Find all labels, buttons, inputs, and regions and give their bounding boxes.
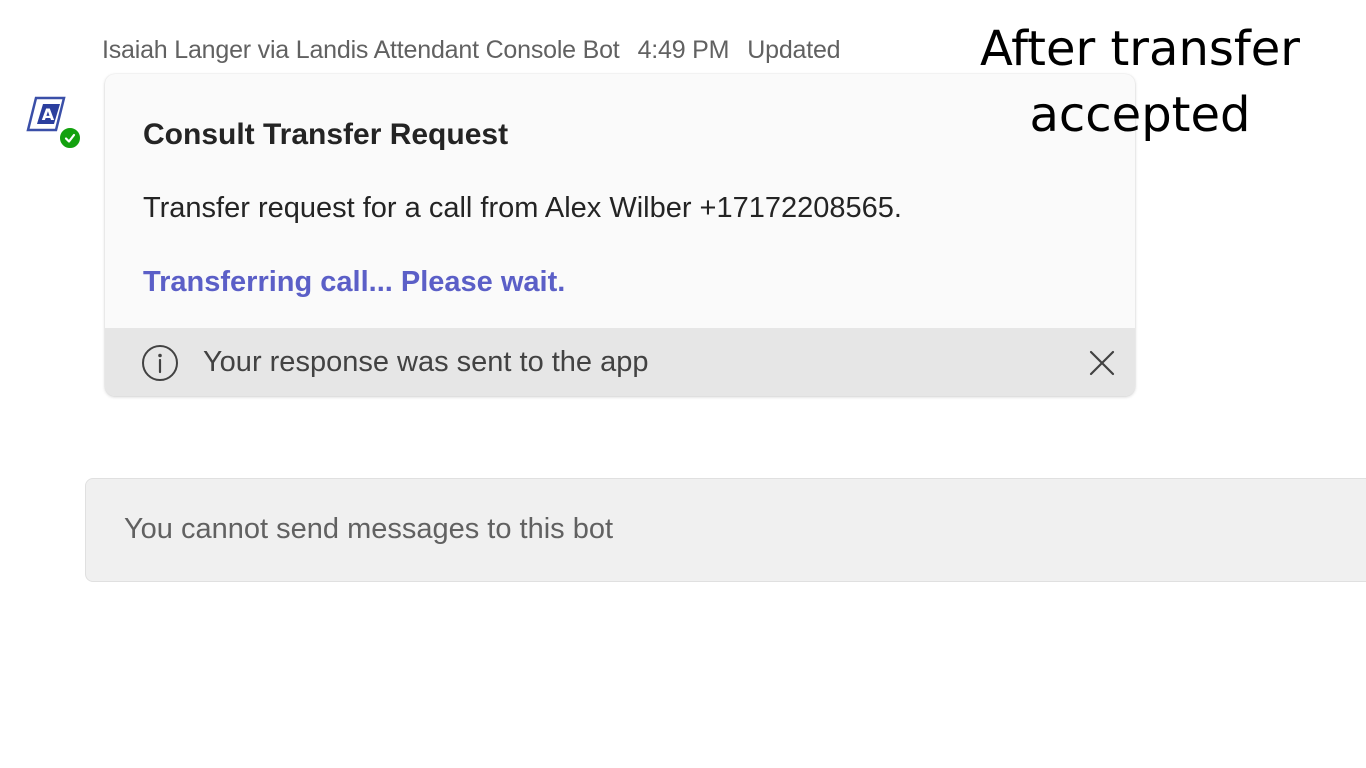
response-sent-banner: Your response was sent to the app <box>105 328 1135 396</box>
transfer-status-text: Transferring call... Please wait. <box>143 266 566 298</box>
annotation-caption: After transfer accepted <box>960 16 1320 148</box>
sender-name: Isaiah Langer via Landis Attendant Conso… <box>102 35 620 64</box>
close-icon[interactable] <box>1087 348 1117 378</box>
message-header: Isaiah Langer via Landis Attendant Conso… <box>102 32 841 68</box>
message-time: 4:49 PM <box>637 35 730 64</box>
response-sent-text: Your response was sent to the app <box>203 346 649 378</box>
compose-disabled-text: You cannot send messages to this bot <box>124 513 614 545</box>
info-icon <box>141 344 179 382</box>
card-title: Consult Transfer Request <box>143 118 509 151</box>
annotation-line-2: accepted <box>1029 87 1251 143</box>
annotation-line-1: After transfer <box>979 21 1301 77</box>
compose-box: You cannot send messages to this bot <box>85 478 1366 582</box>
card-body-text: Transfer request for a call from Alex Wi… <box>143 192 902 224</box>
svg-text:A: A <box>42 105 55 124</box>
bot-logo-icon[interactable]: A <box>26 96 66 132</box>
chat-view: Isaiah Langer via Landis Attendant Conso… <box>0 0 1366 768</box>
edited-label: Updated <box>747 35 841 64</box>
available-check-icon <box>58 126 82 150</box>
